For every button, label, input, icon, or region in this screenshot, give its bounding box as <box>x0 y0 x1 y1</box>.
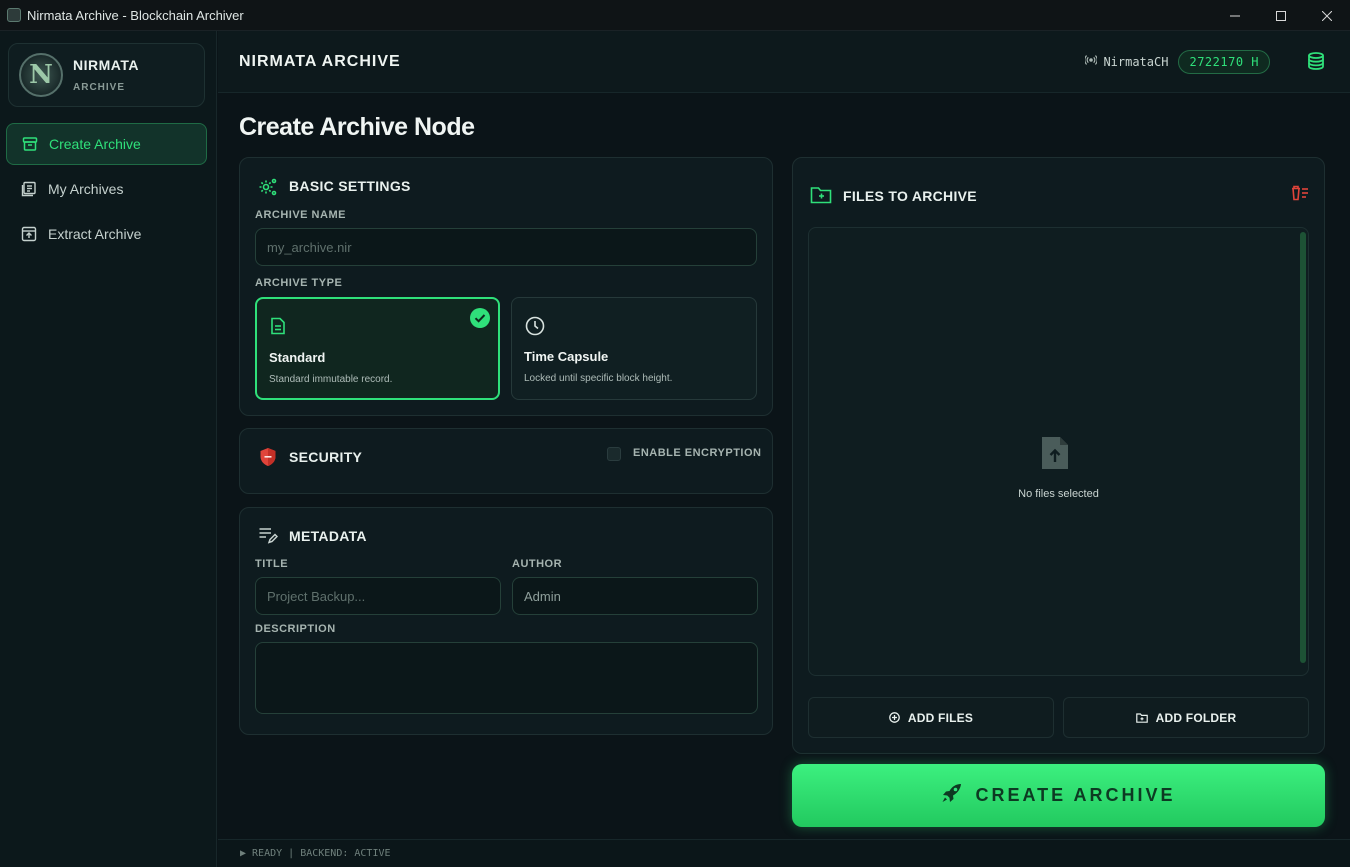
window-title: Nirmata Archive - Blockchain Archiver <box>27 7 244 23</box>
archive-box-icon <box>21 135 39 153</box>
file-drop-zone[interactable]: No files selected <box>808 227 1309 676</box>
description-textarea[interactable] <box>255 642 758 714</box>
add-files-label: ADD FILES <box>907 710 974 725</box>
clear-list-icon[interactable] <box>1289 184 1309 207</box>
sidebar-item-create-archive[interactable]: Create Archive <box>6 123 207 165</box>
title-label: TITLE <box>255 558 289 570</box>
archive-type-desc: Standard immutable record. <box>269 374 393 385</box>
encryption-label: ENABLE ENCRYPTION <box>633 447 762 459</box>
scrollbar[interactable] <box>1300 232 1306 663</box>
archive-type-label: ARCHIVE TYPE <box>255 277 343 289</box>
sidebar-item-label: My Archives <box>48 181 124 197</box>
signal-icon <box>1084 53 1099 71</box>
encryption-checkbox[interactable] <box>607 447 621 461</box>
archive-type-time-capsule[interactable]: Time Capsule Locked until specific block… <box>511 297 757 400</box>
block-height-badge: 2722170 H <box>1178 50 1270 74</box>
status-text: ▶ READY | BACKEND: ACTIVE <box>240 848 391 859</box>
check-circle-icon <box>470 308 490 333</box>
node-info: NirmataCH 2722170 H <box>1084 50 1270 74</box>
sidebar-item-label: Extract Archive <box>48 226 142 242</box>
status-bar: ▶ READY | BACKEND: ACTIVE <box>218 839 1350 867</box>
database-icon[interactable] <box>1306 51 1326 76</box>
security-card: SECURITY ENABLE ENCRYPTION <box>239 428 773 494</box>
settings-gear-icon <box>258 177 278 202</box>
author-input[interactable] <box>512 577 758 615</box>
add-folder-label: ADD FOLDER <box>1155 710 1237 725</box>
sidebar-item-my-archives[interactable]: My Archives <box>6 168 207 210</box>
description-label: DESCRIPTION <box>255 623 336 635</box>
title-input[interactable] <box>255 577 501 615</box>
document-icon <box>270 317 286 340</box>
basic-settings-card: BASIC SETTINGS ARCHIVE NAME ARCHIVE TYPE… <box>239 157 773 416</box>
page-title: Create Archive Node <box>239 113 475 141</box>
extract-box-icon <box>20 225 38 243</box>
sidebar-item-extract-archive[interactable]: Extract Archive <box>6 213 207 255</box>
folder-plus-icon <box>1135 712 1148 723</box>
minimize-icon[interactable] <box>1212 0 1258 31</box>
archive-name-input[interactable] <box>255 228 757 266</box>
brand-block: N NIRMATA ARCHIVE <box>8 43 205 107</box>
clock-icon <box>525 316 545 341</box>
files-title: FILES TO ARCHIVE <box>843 188 977 204</box>
metadata-title: METADATA <box>289 528 367 544</box>
metadata-card: METADATA TITLE AUTHOR DESCRIPTION <box>239 507 773 735</box>
window-controls <box>1212 0 1350 31</box>
archive-name-label: ARCHIVE NAME <box>255 209 346 221</box>
folder-icon <box>810 186 832 209</box>
plus-circle-icon <box>889 712 900 723</box>
brand-subtitle: ARCHIVE <box>73 82 126 93</box>
create-archive-label: CREATE ARCHIVE <box>975 785 1176 805</box>
list-document-icon <box>20 180 38 198</box>
add-files-button[interactable]: ADD FILES <box>808 697 1054 738</box>
empty-state-text: No files selected <box>1018 488 1099 500</box>
app-icon <box>7 8 21 22</box>
sidebar: N NIRMATA ARCHIVE Create Archive My Arch… <box>0 31 217 867</box>
window-titlebar: Nirmata Archive - Blockchain Archiver <box>0 0 1350 31</box>
shield-icon <box>259 447 277 472</box>
file-upload-icon <box>1040 435 1070 476</box>
archive-type-desc: Locked until specific block height. <box>524 373 673 384</box>
rocket-icon <box>941 782 963 809</box>
maximize-icon[interactable] <box>1258 0 1304 31</box>
add-folder-button[interactable]: ADD FOLDER <box>1063 697 1309 738</box>
security-title: SECURITY <box>289 449 363 465</box>
brand-logo: N <box>19 53 63 97</box>
node-name: NirmataCH <box>1103 55 1169 69</box>
create-archive-button[interactable]: CREATE ARCHIVE <box>792 764 1325 827</box>
archive-type-name: Time Capsule <box>524 349 609 364</box>
archive-type-name: Standard <box>269 350 326 365</box>
brand-name: NIRMATA <box>73 57 139 73</box>
author-label: AUTHOR <box>512 558 563 570</box>
basic-settings-title: BASIC SETTINGS <box>289 178 411 194</box>
close-icon[interactable] <box>1304 0 1350 31</box>
app-header: NIRMATA ARCHIVE NirmataCH 2722170 H <box>218 31 1350 93</box>
archive-type-standard[interactable]: Standard Standard immutable record. <box>255 297 500 400</box>
app-name: NIRMATA ARCHIVE <box>239 53 401 70</box>
edit-list-icon <box>258 525 279 550</box>
sidebar-item-label: Create Archive <box>49 136 141 152</box>
